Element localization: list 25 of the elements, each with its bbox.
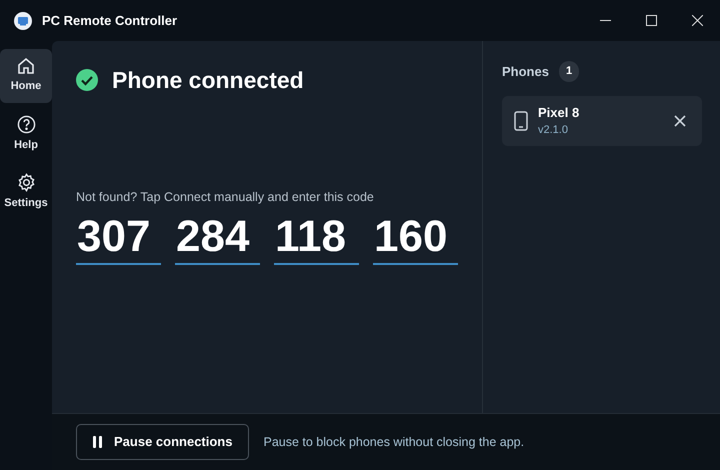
maximize-icon[interactable]	[646, 15, 656, 26]
minimize-icon[interactable]	[600, 20, 610, 21]
code-digits: 118	[274, 212, 359, 265]
status-text: Phone connected	[112, 66, 304, 95]
phone-name: Pixel 8	[538, 104, 580, 122]
code-digits: 160	[373, 212, 458, 265]
code-digits: 284	[175, 212, 260, 265]
pause-hint: Pause to block phones without closing the app.	[263, 434, 524, 451]
phone-version: v2.1.0	[538, 123, 569, 138]
home-icon	[17, 57, 35, 76]
pause-connections-button[interactable]: Pause connections	[76, 424, 250, 460]
phone-icon	[514, 110, 528, 130]
phone-count: 1	[558, 61, 580, 82]
help-icon	[16, 114, 36, 134]
phones-heading: Phones	[502, 62, 549, 80]
close-icon[interactable]	[692, 15, 702, 26]
sidebar-item[interactable]: Help	[0, 107, 52, 161]
app-logo-icon	[14, 12, 32, 30]
settings-icon	[16, 172, 36, 192]
close-icon[interactable]	[674, 114, 686, 126]
sidebar-item[interactable]: Settings	[0, 165, 52, 219]
window-title: PC Remote Controller	[42, 12, 178, 30]
pause-icon	[93, 436, 102, 448]
code-digits: 307	[76, 212, 161, 265]
code-hint: Not found? Tap Connect manually and enter this code	[76, 188, 375, 206]
